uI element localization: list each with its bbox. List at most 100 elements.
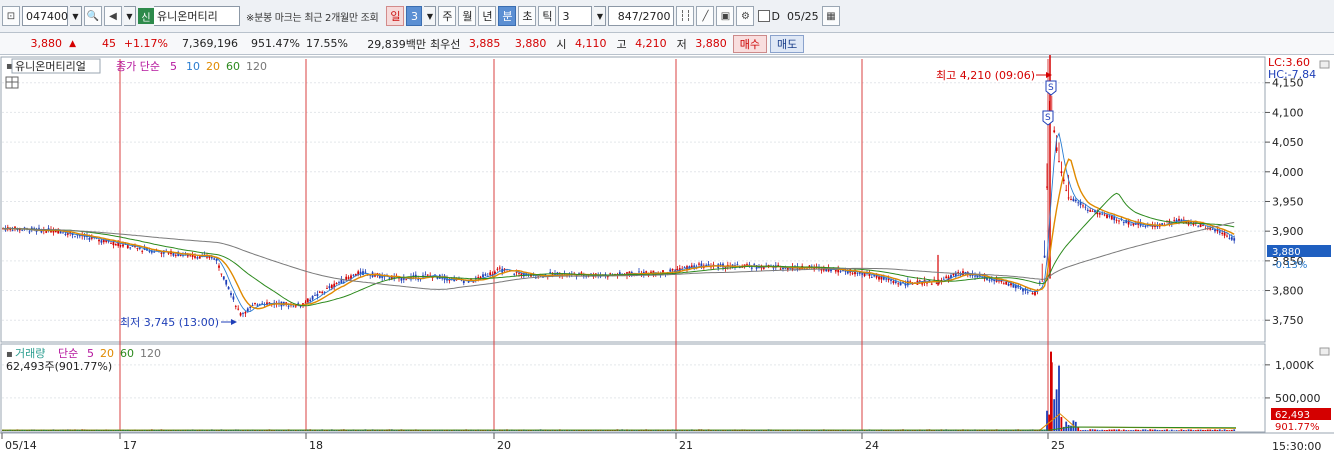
- speaker-icon[interactable]: ◀: [104, 6, 122, 26]
- candle-body: [119, 245, 122, 247]
- volume-bar: [1163, 429, 1166, 431]
- candle-body: [141, 250, 144, 252]
- candle-body: [242, 313, 244, 314]
- candle-body: [1134, 223, 1137, 225]
- candle-body: [246, 308, 249, 312]
- price-axis-label: 3,800: [1272, 285, 1304, 298]
- volume-bar: [1214, 429, 1216, 431]
- open-price: 4,110: [575, 37, 607, 50]
- candle-type-icon[interactable]: ┆┆: [676, 6, 695, 26]
- candle-body: [28, 231, 31, 233]
- price-axis-label: 3,750: [1272, 314, 1304, 327]
- volume-bar: [1125, 430, 1128, 431]
- volume-bar: [1156, 429, 1159, 431]
- candle-body: [220, 273, 223, 275]
- draw-tool-icon[interactable]: ╱: [696, 6, 715, 26]
- candle-body: [1226, 235, 1228, 237]
- chart-layout-icon[interactable]: ⊡: [2, 6, 20, 26]
- signal-mark-2-text: S: [1045, 113, 1051, 123]
- period-dropdown-icon[interactable]: ▼: [424, 6, 437, 26]
- candle-body: [1043, 255, 1046, 258]
- candle-body: [160, 252, 163, 254]
- candle-body: [364, 271, 367, 273]
- volume-bar: [1230, 429, 1233, 431]
- tick-number-input[interactable]: 3: [558, 6, 593, 26]
- candle-body: [1070, 199, 1072, 200]
- candle-body: [1173, 219, 1176, 221]
- candle-body: [1101, 213, 1104, 215]
- buy-button[interactable]: 매수: [732, 34, 767, 53]
- volume-bar: [1094, 429, 1096, 431]
- candle-body: [318, 291, 321, 293]
- period-minute-button[interactable]: 분: [498, 6, 517, 26]
- candle-body: [126, 245, 129, 249]
- price-panel-collapse-icon[interactable]: [1319, 60, 1330, 69]
- best-ask-price: 3,885: [468, 37, 501, 50]
- candle-body: [882, 277, 885, 280]
- candle-body: [1086, 209, 1089, 211]
- volume-bar: [1082, 430, 1084, 431]
- speaker-dropdown-icon[interactable]: ▼: [124, 6, 136, 26]
- stock-name-field[interactable]: 유니온머티리: [154, 6, 240, 26]
- candle-body: [638, 271, 640, 273]
- price-axis-label: 4,000: [1272, 166, 1304, 179]
- candle-body: [1214, 229, 1216, 232]
- period-year-button[interactable]: 년: [478, 6, 497, 26]
- gear-icon[interactable]: ⚙: [736, 6, 755, 26]
- volume-bar: [1226, 430, 1228, 431]
- candle-body: [222, 276, 225, 280]
- candle-body: [1218, 231, 1221, 233]
- candle-body: [64, 233, 67, 235]
- volume-bar: [1194, 430, 1197, 431]
- candle-body: [417, 279, 420, 280]
- period-tick-button[interactable]: 틱: [538, 6, 557, 26]
- period-second-button[interactable]: 초: [518, 6, 537, 26]
- period-day-button[interactable]: 일: [386, 6, 405, 26]
- period-number-field[interactable]: 3: [406, 6, 423, 26]
- volume-bar: [1115, 429, 1118, 431]
- tick-dropdown-icon[interactable]: ▼: [594, 6, 607, 26]
- candle-body: [74, 236, 76, 238]
- period-month-button[interactable]: 월: [458, 6, 477, 26]
- volume-bar: [1211, 430, 1214, 431]
- search-icon[interactable]: 🔍: [84, 6, 102, 26]
- candle-body: [62, 232, 64, 234]
- vol-ma120-label: 120: [140, 347, 161, 360]
- ma120-label: 120: [246, 60, 267, 73]
- candle-body: [1106, 214, 1108, 219]
- chart-toolbar: ⊡ 047400 ▼ 🔍 ◀ ▼ 신 유니온머티리 ※분봉 마크는 최근 2개월…: [0, 0, 1334, 33]
- candle-body: [1118, 220, 1120, 222]
- save-icon[interactable]: ▣: [716, 6, 735, 26]
- volume-bar: [1158, 430, 1161, 431]
- price-volume-chart[interactable]: 3,7503,8003,8503,9003,9504,0004,0504,100…: [0, 55, 1334, 454]
- candle-body: [707, 264, 710, 266]
- vol-ma5-label: 5: [87, 347, 94, 360]
- candle-body: [400, 277, 403, 281]
- volume-bar: [1122, 429, 1125, 431]
- period-week-button[interactable]: 주: [438, 6, 457, 26]
- date-checkbox[interactable]: [758, 10, 771, 22]
- stock-code-input[interactable]: 047400: [22, 6, 68, 26]
- candle-body: [894, 281, 897, 283]
- volume-panel-collapse-icon[interactable]: [1319, 347, 1330, 356]
- candle-body: [1065, 189, 1068, 191]
- date-input[interactable]: 05/25: [784, 6, 820, 26]
- candle-body: [225, 279, 228, 285]
- data-count-total: /2700: [638, 9, 671, 23]
- candle-body: [750, 267, 753, 269]
- candle-body: [496, 268, 499, 270]
- stock-code-dropdown-icon[interactable]: ▼: [70, 6, 82, 26]
- volume-bar: [1046, 410, 1048, 431]
- candle-body: [306, 298, 309, 303]
- volume-bar: [1221, 430, 1224, 431]
- calendar-icon[interactable]: ▦: [821, 6, 840, 26]
- sell-button[interactable]: 매도: [770, 34, 805, 53]
- candle-body: [669, 269, 672, 272]
- candle-body: [254, 303, 256, 305]
- data-count-field[interactable]: 847/2700: [608, 6, 675, 26]
- candle-body: [1211, 229, 1214, 230]
- high-price: 4,210: [635, 37, 667, 50]
- volume-bar: [1132, 430, 1135, 431]
- candle-body: [424, 274, 427, 276]
- candle-body: [234, 306, 237, 307]
